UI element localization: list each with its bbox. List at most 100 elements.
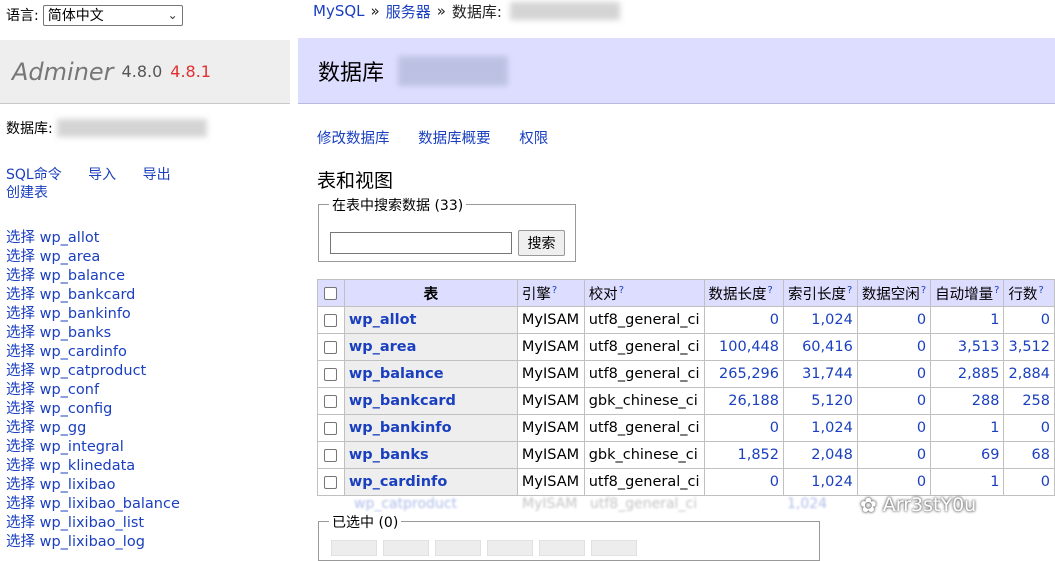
select-table-link[interactable]: 选择: [6, 325, 35, 341]
auto-increment-cell[interactable]: 288: [930, 387, 1005, 415]
auto-increment-cell[interactable]: 1: [930, 414, 1005, 442]
help-link[interactable]: ?: [921, 285, 926, 296]
table-structure-link[interactable]: wp_gg: [40, 420, 87, 436]
bulk-action-button[interactable]: [591, 540, 637, 556]
table-name-link[interactable]: wp_banks: [349, 447, 429, 463]
select-table-link[interactable]: 选择: [6, 363, 35, 379]
index-length-cell[interactable]: 5,120: [783, 387, 858, 415]
table-structure-link[interactable]: wp_lixibao: [40, 477, 116, 493]
row-checkbox[interactable]: [324, 367, 338, 381]
select-table-link[interactable]: 选择: [6, 344, 35, 360]
data-length-cell[interactable]: 265,296: [703, 360, 785, 388]
table-structure-link[interactable]: wp_bankinfo: [40, 306, 131, 322]
auto-increment-cell[interactable]: 3,513: [930, 333, 1005, 361]
select-table-link[interactable]: 选择: [6, 477, 35, 493]
table-name-link[interactable]: wp_cardinfo: [349, 474, 448, 490]
export-link[interactable]: 导出: [143, 167, 171, 183]
table-name-link[interactable]: wp_bankinfo: [349, 420, 452, 436]
auto-increment-cell[interactable]: 1: [930, 468, 1005, 496]
data-free-cell[interactable]: 0: [856, 360, 932, 388]
table-name-link[interactable]: wp_balance: [349, 366, 444, 382]
table-structure-link[interactable]: wp_balance: [40, 268, 125, 284]
table-structure-link[interactable]: wp_integral: [40, 439, 124, 455]
table-structure-link[interactable]: wp_config: [40, 401, 113, 417]
brand-name[interactable]: Adminer: [12, 58, 114, 86]
select-all-checkbox[interactable]: [324, 286, 338, 300]
select-table-link[interactable]: 选择: [6, 515, 35, 531]
faded-table-name[interactable]: wp_catproduct: [354, 496, 457, 512]
table-structure-link[interactable]: wp_klinedata: [40, 458, 136, 474]
index-length-cell[interactable]: 1,024: [783, 414, 858, 442]
table-structure-link[interactable]: wp_lixibao_log: [40, 534, 145, 550]
select-table-link[interactable]: 选择: [6, 249, 35, 265]
breadcrumb-driver[interactable]: MySQL: [313, 2, 365, 20]
rows-cell[interactable]: 0: [1003, 306, 1055, 334]
bulk-action-button[interactable]: [487, 540, 533, 556]
data-length-cell[interactable]: 0: [703, 414, 785, 442]
redacted-database-name[interactable]: [56, 119, 207, 137]
data-free-cell[interactable]: 0: [856, 441, 932, 469]
bulk-action-button[interactable]: [331, 540, 377, 556]
data-free-cell[interactable]: 0: [856, 468, 932, 496]
table-structure-link[interactable]: wp_bankcard: [40, 287, 136, 303]
help-link[interactable]: ?: [552, 285, 557, 296]
rows-cell[interactable]: 3,512: [1003, 333, 1055, 361]
select-table-link[interactable]: 选择: [6, 420, 35, 436]
index-length-cell[interactable]: 31,744: [783, 360, 858, 388]
row-checkbox[interactable]: [324, 394, 338, 408]
table-structure-link[interactable]: wp_area: [40, 249, 101, 265]
select-table-link[interactable]: 选择: [6, 401, 35, 417]
index-length-cell[interactable]: 2,048: [783, 441, 858, 469]
data-free-cell[interactable]: 0: [856, 414, 932, 442]
bulk-action-button[interactable]: [435, 540, 481, 556]
table-name-link[interactable]: wp_area: [349, 339, 417, 355]
database-schema-link[interactable]: 数据库概要: [418, 131, 491, 147]
help-link[interactable]: ?: [619, 285, 624, 296]
alter-database-link[interactable]: 修改数据库: [317, 131, 390, 147]
index-length-cell[interactable]: 1,024: [783, 306, 858, 334]
new-version-link[interactable]: 4.8.1: [170, 62, 211, 81]
row-checkbox[interactable]: [324, 448, 338, 462]
table-structure-link[interactable]: wp_banks: [40, 325, 112, 341]
select-table-link[interactable]: 选择: [6, 230, 35, 246]
breadcrumb-server[interactable]: 服务器: [386, 1, 431, 22]
rows-cell[interactable]: 0: [1003, 468, 1055, 496]
import-link[interactable]: 导入: [88, 167, 116, 183]
table-structure-link[interactable]: wp_conf: [40, 382, 99, 398]
sql-command-link[interactable]: SQL命令: [6, 167, 62, 183]
help-link[interactable]: ?: [847, 285, 852, 296]
privileges-link[interactable]: 权限: [519, 131, 548, 147]
row-checkbox[interactable]: [324, 475, 338, 489]
data-length-cell[interactable]: 100,448: [703, 333, 785, 361]
table-structure-link[interactable]: wp_catproduct: [40, 363, 147, 379]
rows-cell[interactable]: 68: [1003, 441, 1055, 469]
select-table-link[interactable]: 选择: [6, 287, 35, 303]
select-table-link[interactable]: 选择: [6, 496, 35, 512]
table-structure-link[interactable]: wp_allot: [40, 230, 100, 246]
auto-increment-cell[interactable]: 1: [930, 306, 1005, 334]
help-link[interactable]: ?: [1038, 285, 1043, 296]
table-name-link[interactable]: wp_allot: [349, 312, 417, 328]
select-table-link[interactable]: 选择: [6, 382, 35, 398]
data-length-cell[interactable]: 26,188: [703, 387, 785, 415]
language-select[interactable]: 简体中文 ⌄: [42, 4, 183, 26]
help-link[interactable]: ?: [994, 285, 999, 296]
select-table-link[interactable]: 选择: [6, 268, 35, 284]
index-length-cell[interactable]: 60,416: [783, 333, 858, 361]
select-table-link[interactable]: 选择: [6, 439, 35, 455]
search-input[interactable]: [330, 232, 512, 254]
create-table-link[interactable]: 创建表: [6, 185, 48, 201]
row-checkbox[interactable]: [324, 340, 338, 354]
data-length-cell[interactable]: 0: [703, 306, 785, 334]
auto-increment-cell[interactable]: 2,885: [930, 360, 1005, 388]
bulk-action-button[interactable]: [539, 540, 585, 556]
search-button[interactable]: 搜索: [518, 230, 565, 256]
rows-cell[interactable]: 2,884: [1003, 360, 1055, 388]
row-checkbox[interactable]: [324, 313, 338, 327]
data-free-cell[interactable]: 0: [856, 306, 932, 334]
row-checkbox[interactable]: [324, 421, 338, 435]
table-structure-link[interactable]: wp_lixibao_balance: [40, 496, 180, 512]
data-free-cell[interactable]: 0: [856, 333, 932, 361]
bulk-action-button[interactable]: [383, 540, 429, 556]
table-structure-link[interactable]: wp_cardinfo: [40, 344, 127, 360]
